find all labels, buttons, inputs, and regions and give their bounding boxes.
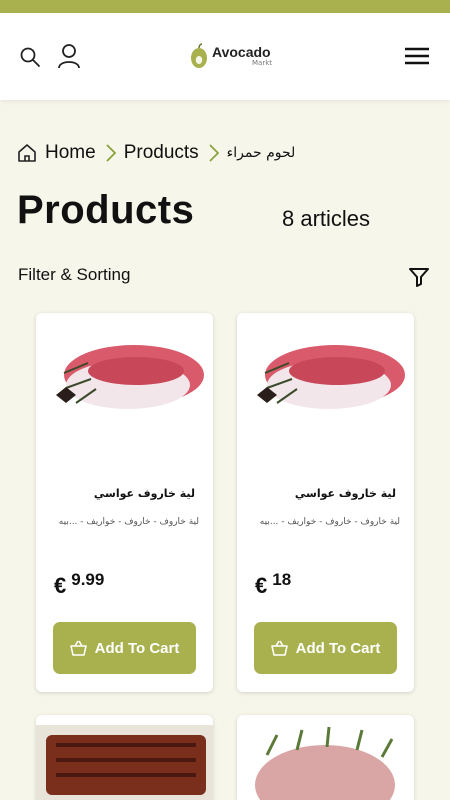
product-card[interactable]: لية خاروف عواسي لية خاروف - خاروف - خوار… — [237, 313, 414, 692]
logo-name: Avocado — [212, 44, 271, 60]
price-value: 18 — [272, 570, 292, 589]
home-icon[interactable] — [17, 143, 37, 163]
price-value: 9.99 — [71, 570, 105, 589]
user-icon[interactable] — [57, 43, 81, 69]
breadcrumb: Home Products لحوم حمراء — [17, 140, 295, 166]
product-image — [36, 725, 213, 800]
chevron-right-icon — [209, 144, 219, 162]
page-title: Products — [17, 188, 195, 232]
filter-sorting-label[interactable]: Filter & Sorting — [18, 265, 130, 285]
filter-icon[interactable] — [409, 267, 429, 291]
product-card[interactable]: لية خاروف عواسي لية خاروف - خاروف - خوار… — [36, 313, 213, 692]
chevron-right-icon — [106, 144, 116, 162]
add-to-cart-button[interactable]: Add To Cart — [53, 622, 196, 674]
product-card[interactable] — [36, 715, 213, 800]
basket-icon — [69, 640, 87, 656]
hamburger-menu-icon[interactable] — [405, 47, 429, 65]
product-description: لية خاروف - خاروف - خواريف - ...بيه — [259, 517, 400, 527]
breadcrumb-products[interactable]: Products — [124, 142, 199, 164]
product-card[interactable] — [237, 715, 414, 800]
product-image — [56, 345, 204, 409]
basket-icon — [270, 640, 288, 656]
add-to-cart-button[interactable]: Add To Cart — [254, 622, 397, 674]
product-image — [257, 345, 405, 409]
product-description: لية خاروف - خاروف - خواريف - ...بيه — [58, 517, 199, 527]
app-header: Avocado Markt — [0, 13, 450, 100]
avocado-logo-icon — [191, 43, 207, 68]
breadcrumb-current: لحوم حمراء — [226, 145, 296, 161]
product-price: € 9.99 — [54, 570, 104, 599]
logo-subtitle: Markt — [252, 59, 273, 67]
product-name[interactable]: لية خاروف عواسي — [295, 487, 396, 500]
search-icon[interactable] — [19, 46, 41, 68]
breadcrumb-home[interactable]: Home — [45, 142, 96, 164]
product-name[interactable]: لية خاروف عواسي — [94, 487, 195, 500]
product-price: € 18 — [255, 570, 291, 599]
price-currency: € — [255, 573, 268, 598]
add-to-cart-label: Add To Cart — [94, 639, 180, 657]
product-image — [255, 726, 395, 800]
top-accent-bar — [0, 0, 450, 13]
add-to-cart-label: Add To Cart — [295, 639, 381, 657]
article-count: 8 articles — [282, 206, 371, 231]
app-logo[interactable]: Avocado Markt — [190, 43, 272, 69]
price-currency: € — [54, 573, 67, 598]
